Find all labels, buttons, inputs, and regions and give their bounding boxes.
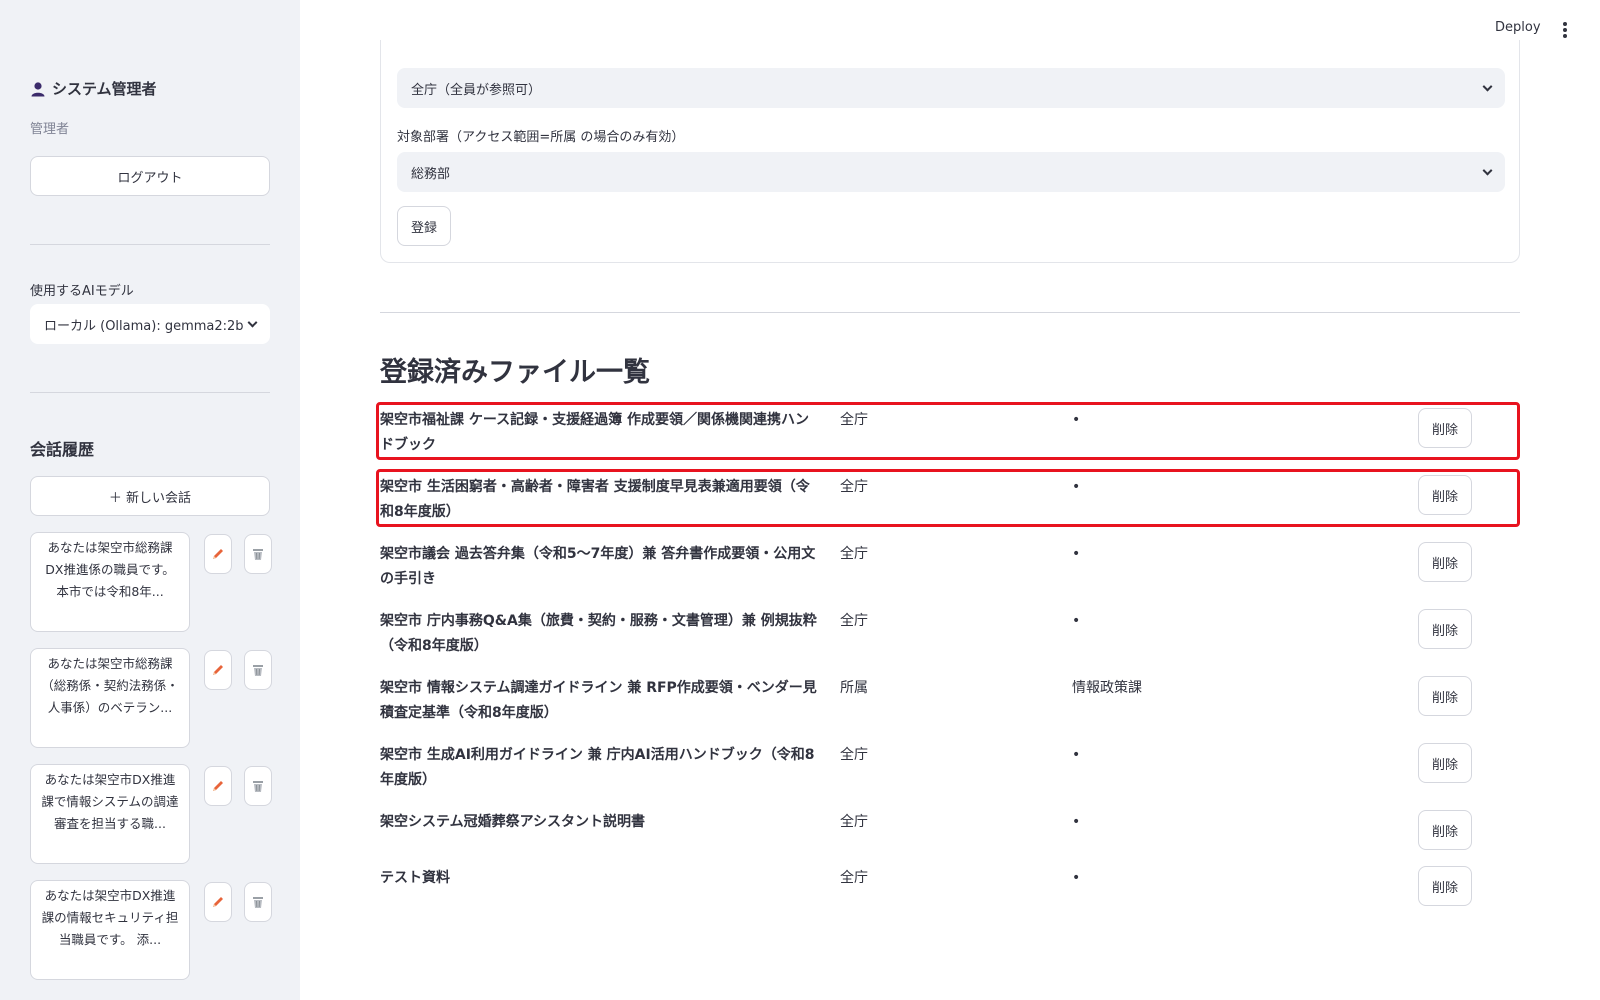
file-dept: • [1072,412,1081,428]
history-title: 会話履歴 [30,440,95,459]
file-row: 架空市 庁内事務Q&A集（旅費・契約・服務・文書管理）兼 例規抜粋（令和8年度版… [380,603,1520,670]
dept-select-label: 対象部署（アクセス範囲=所属 の場合のみ有効） [397,130,685,145]
more-options-icon[interactable] [1563,22,1567,38]
delete-file-button[interactable]: 削除 [1418,743,1472,783]
file-row: 架空市 生活困窮者・高齢者・障害者 支援制度早見表兼適用要領（令和8年度版） 全… [376,469,1520,536]
model-select-value: ローカル (Ollama): gemma2:2b [44,318,244,334]
file-row: 架空市福祉課 ケース記録・支援経過簿 作成要領／関係機関連携ハンドブック 全庁 … [376,402,1520,469]
file-name: 架空市 庁内事務Q&A集（旅費・契約・服務・文書管理）兼 例規抜粋（令和8年度版… [380,613,817,654]
model-select-label: 使用するAIモデル [30,284,134,299]
file-access: 全庁 [840,412,868,428]
deploy-button[interactable]: Deploy [1495,20,1541,35]
sidebar-divider [30,244,270,245]
trash-icon [253,549,263,560]
user-icon [31,81,45,96]
trash-icon [253,781,263,792]
trash-icon [253,897,263,908]
delete-file-button[interactable]: 削除 [1418,609,1472,649]
file-dept: • [1072,613,1081,629]
conversation-card[interactable]: あなたは架空市DX推進課で情報システムの調達審査を担当する職... [30,764,190,864]
file-name: テスト資料 [380,870,450,886]
file-row: 架空市 生成AI利用ガイドライン 兼 庁内AI活用ハンドブック（令和8年度版） … [380,737,1520,804]
file-access: 全庁 [840,479,868,495]
register-button[interactable]: 登録 [397,206,451,246]
conversation-card[interactable]: あなたは架空市総務課（総務係・契約法務係・人事係）のベテラン... [30,648,190,748]
conversation-card[interactable]: あなたは架空市DX推進課の情報セキュリティ担当職員です。 添... [30,880,190,980]
file-name: 架空市福祉課 ケース記録・支援経過簿 作成要領／関係機関連携ハンドブック [380,412,810,453]
delete-conversation-button[interactable] [244,882,272,922]
conversation-item: あなたは架空市DX推進課の情報セキュリティ担当職員です。 添... [30,880,280,996]
conversation-item: あなたは架空市総務課（総務係・契約法務係・人事係）のベテラン... [30,648,280,764]
user-role: 管理者 [30,122,70,137]
user-name: システム管理者 [52,80,157,98]
edit-conversation-button[interactable] [204,882,232,922]
delete-file-button[interactable]: 削除 [1418,866,1472,906]
model-select[interactable]: ローカル (Ollama): gemma2:2b [30,304,270,344]
file-dept: • [1072,479,1081,495]
delete-conversation-button[interactable] [244,534,272,574]
delete-file-button[interactable]: 削除 [1418,475,1472,515]
file-access: 全庁 [840,613,868,629]
conversation-card[interactable]: あなたは架空市総務課DX推進係の職員です。 本市では令和8年... [30,532,190,632]
file-dept: 情報政策課 [1072,680,1142,696]
file-dept: • [1072,870,1081,886]
sidebar-divider [30,392,270,393]
file-row: 架空市議会 過去答弁集（令和5〜7年度）兼 答弁書作成要領・公用文の手引き 全庁… [380,536,1520,603]
access-scope-select[interactable]: 全庁（全員が参照可） [397,68,1505,108]
conversation-item: あなたは架空市総務課DX推進係の職員です。 本市では令和8年... [30,532,280,648]
file-name: 架空市 生活困窮者・高齢者・障害者 支援制度早見表兼適用要領（令和8年度版） [380,479,810,520]
file-access: 所属 [840,680,868,696]
trash-icon [253,665,263,676]
file-row: 架空システム冠婚葬祭アシスタント説明書 全庁 • 削除 [380,804,1520,860]
upload-form: 全庁（全員が参照可） 対象部署（アクセス範囲=所属 の場合のみ有効） 総務部 登… [380,40,1520,263]
edit-conversation-button[interactable] [204,650,232,690]
edit-conversation-button[interactable] [204,766,232,806]
pencil-icon [213,549,223,559]
delete-file-button[interactable]: 削除 [1418,810,1472,850]
file-name: 架空市 情報システム調達ガイドライン 兼 RFP作成要領・ベンダー見積査定基準（… [380,680,817,721]
delete-file-button[interactable]: 削除 [1418,676,1472,716]
file-access: 全庁 [840,546,868,562]
file-dept: • [1072,747,1081,763]
chevron-down-icon [1482,81,1493,92]
file-list: 架空市福祉課 ケース記録・支援経過簿 作成要領／関係機関連携ハンドブック 全庁 … [376,402,1520,916]
file-access: 全庁 [840,870,868,886]
new-chat-button[interactable]: ＋ 新しい会話 [30,476,270,516]
delete-file-button[interactable]: 削除 [1418,408,1472,448]
main-divider [380,312,1520,313]
file-dept: • [1072,546,1081,562]
pencil-icon [213,781,223,791]
access-scope-value: 全庁（全員が参照可） [411,82,542,98]
delete-conversation-button[interactable] [244,766,272,806]
file-access: 全庁 [840,814,868,830]
delete-conversation-button[interactable] [244,650,272,690]
user-info: システム管理者 [30,78,157,99]
file-name: 架空市 生成AI利用ガイドライン 兼 庁内AI活用ハンドブック（令和8年度版） [380,747,815,788]
dept-select-value: 総務部 [411,166,451,182]
edit-conversation-button[interactable] [204,534,232,574]
sidebar: システム管理者 管理者 ログアウト 使用するAIモデル ローカル (Ollama… [0,0,300,1000]
file-row: 架空市 情報システム調達ガイドライン 兼 RFP作成要領・ベンダー見積査定基準（… [380,670,1520,737]
chevron-down-icon [247,317,258,328]
file-row: テスト資料 全庁 • 削除 [380,860,1520,916]
conversation-list: あなたは架空市総務課DX推進係の職員です。 本市では令和8年... あなたは架空… [30,532,280,996]
dept-select[interactable]: 総務部 [397,152,1505,192]
file-name: 架空市議会 過去答弁集（令和5〜7年度）兼 答弁書作成要領・公用文の手引き [380,546,816,587]
chevron-down-icon [1482,165,1493,176]
file-name: 架空システム冠婚葬祭アシスタント説明書 [380,814,646,830]
pencil-icon [213,897,223,907]
file-dept: • [1072,814,1081,830]
conversation-item: あなたは架空市DX推進課で情報システムの調達審査を担当する職... [30,764,280,880]
logout-button[interactable]: ログアウト [30,156,270,196]
file-access: 全庁 [840,747,868,763]
file-list-title: 登録済みファイル一覧 [380,357,650,388]
pencil-icon [213,665,223,675]
delete-file-button[interactable]: 削除 [1418,542,1472,582]
